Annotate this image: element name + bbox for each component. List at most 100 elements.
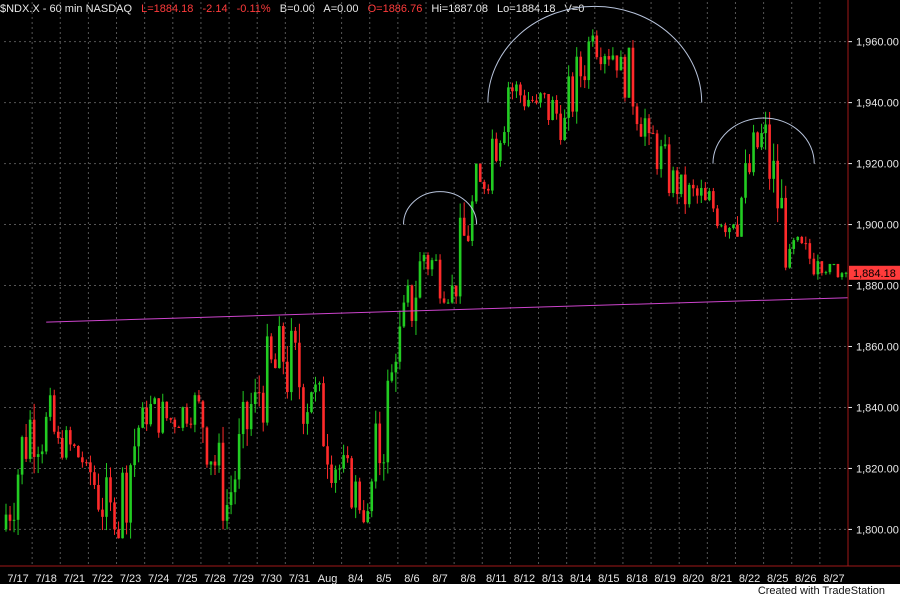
- candle-body: [269, 336, 273, 360]
- candle-body: [330, 464, 333, 483]
- candle-body: [169, 418, 173, 420]
- candle-body: [655, 133, 659, 170]
- candle-body: [792, 240, 796, 249]
- candle-body: [398, 326, 402, 362]
- candle-body: [105, 477, 108, 517]
- candle-body: [543, 93, 546, 95]
- candle-body: [237, 434, 241, 480]
- annotations: [46, 5, 849, 323]
- candle-body: [310, 392, 313, 413]
- candle-body: [69, 430, 72, 445]
- candle-body: [161, 401, 165, 433]
- candle-body: [342, 455, 345, 469]
- candle-body: [85, 462, 88, 464]
- candle-body: [712, 191, 715, 209]
- candle-body: [418, 261, 422, 298]
- candle-body: [458, 217, 462, 297]
- candle-body: [265, 336, 269, 423]
- candle-body: [338, 468, 341, 470]
- candle-body: [840, 273, 844, 278]
- candle-body: [796, 236, 800, 241]
- candle-body: [414, 297, 418, 321]
- candle-body: [366, 511, 370, 523]
- candle-body: [261, 392, 265, 423]
- candle-body: [101, 509, 104, 517]
- candle-body: [627, 47, 631, 98]
- candle-body: [181, 407, 185, 428]
- candle-body: [511, 87, 514, 92]
- candle-body: [430, 260, 434, 270]
- candle-body: [551, 100, 554, 121]
- candle-body: [390, 372, 394, 381]
- candle-body: [804, 243, 808, 245]
- candle-body: [133, 446, 136, 466]
- candle-body: [539, 93, 542, 103]
- price-chart[interactable]: 1,800.00 1,820.00 1,840.00 1,860.00 1,880.00…: [0, 0, 900, 598]
- candle-body: [603, 56, 607, 65]
- candle-body: [189, 423, 193, 425]
- candle-body: [56, 431, 60, 438]
- candle-body: [816, 261, 820, 275]
- candle-body: [157, 398, 161, 433]
- candle-body: [559, 113, 562, 140]
- candle-body: [651, 133, 655, 135]
- candle-body: [374, 423, 378, 482]
- candle-body: [129, 465, 132, 523]
- candle-body: [141, 407, 144, 428]
- candle-body: [587, 41, 591, 81]
- candle-body: [812, 258, 816, 275]
- candle-body: [547, 94, 550, 121]
- chart-window: { "header": { "symbol": "$NDX.X - 60 min…: [0, 0, 900, 598]
- candle-body: [358, 481, 361, 511]
- candle-body: [193, 395, 197, 425]
- candle-body: [394, 361, 398, 373]
- candle-body: [527, 99, 530, 107]
- candle-body: [563, 117, 566, 140]
- candle-body: [728, 228, 731, 233]
- candle-body: [716, 208, 719, 226]
- candle-body: [28, 419, 32, 459]
- candle-body: [81, 457, 84, 463]
- candle-body: [687, 184, 691, 205]
- candle-body: [410, 285, 414, 321]
- candle-body: [671, 170, 675, 193]
- candle-body: [249, 404, 253, 430]
- candle-body: [571, 76, 574, 112]
- candle-body: [824, 272, 828, 274]
- candle-body: [209, 461, 213, 465]
- candle-body: [60, 437, 64, 458]
- candle-body: [434, 259, 438, 261]
- candle-body: [406, 285, 410, 303]
- candle-body: [466, 235, 470, 241]
- candle-body: [752, 132, 755, 173]
- candle-body: [97, 484, 100, 510]
- candle-body: [639, 124, 643, 137]
- candle-body: [523, 95, 526, 107]
- candle-body: [820, 261, 824, 273]
- candle-body: [217, 442, 221, 466]
- candle-body: [474, 163, 478, 202]
- candle-body: [760, 133, 763, 148]
- candle-body: [836, 263, 840, 278]
- candle-body: [450, 285, 454, 303]
- candle-body: [286, 361, 289, 393]
- candle-body: [64, 430, 68, 458]
- candle-body: [322, 383, 325, 447]
- candle-body: [229, 492, 233, 506]
- candle-body: [24, 437, 28, 459]
- candle-body: [121, 472, 124, 539]
- candle-body: [631, 47, 635, 107]
- pattern-arc: [402, 191, 478, 225]
- candle-body: [499, 143, 502, 161]
- candle-body: [724, 225, 727, 233]
- y-tick-label: 1,860.00: [856, 341, 899, 353]
- candle-body: [52, 395, 56, 432]
- candle-body: [382, 462, 386, 464]
- candle-body: [48, 395, 52, 417]
- candle-body: [611, 55, 615, 60]
- candle-body: [503, 132, 506, 144]
- candle-body: [748, 163, 751, 173]
- candle-body: [555, 100, 558, 114]
- candle-body: [245, 401, 249, 430]
- candle-body: [77, 445, 80, 458]
